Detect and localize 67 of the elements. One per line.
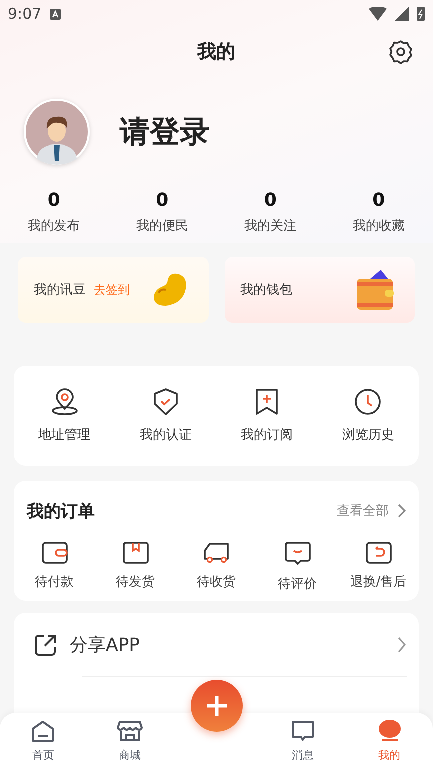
chevron-right-icon	[397, 636, 407, 654]
home-icon	[31, 720, 56, 742]
tab-label: 首页	[32, 748, 54, 762]
wallet-icon	[355, 268, 395, 312]
tab-label: 我的	[378, 748, 401, 762]
tab-item[interactable]: 消息	[260, 713, 346, 769]
section-title: 我的订单	[27, 500, 95, 522]
box-icon	[122, 541, 148, 565]
bookmark-plus-icon	[255, 388, 280, 416]
chevron-right-icon	[397, 503, 407, 519]
status-time: 9:07	[8, 5, 42, 23]
order-status-label: 待付款	[35, 574, 74, 591]
service-label: 我的订阅	[241, 427, 294, 444]
service-label: 我的认证	[140, 427, 192, 444]
service-item[interactable]: 地址管理	[14, 388, 116, 444]
order-status-item[interactable]: 待评价	[257, 541, 338, 593]
shield-check-icon	[152, 388, 179, 416]
service-item[interactable]: 浏览历史	[318, 388, 419, 444]
clock-icon	[354, 388, 382, 416]
comment-icon	[284, 541, 310, 567]
battery-icon	[417, 7, 425, 21]
wallet-icon	[42, 541, 68, 565]
view-all-link[interactable]: 查看全部	[337, 502, 389, 520]
stat-label[interactable]: 我的便民	[136, 217, 188, 235]
stat-count[interactable]: 0	[264, 190, 277, 211]
location-pin-icon	[50, 388, 79, 416]
stat-count[interactable]: 0	[48, 190, 60, 211]
order-status-item[interactable]: 待收货	[176, 541, 257, 593]
keyboard-icon	[50, 8, 61, 20]
card-label: 我的钱包	[240, 282, 292, 299]
service-item[interactable]: 我的认证	[115, 388, 216, 444]
shortcut-card[interactable]: 我的钱包	[224, 257, 415, 323]
order-status-label: 待发货	[116, 574, 155, 591]
order-status-item[interactable]: 待付款	[14, 541, 95, 593]
chat-bubble-icon	[291, 720, 316, 742]
person-icon	[378, 720, 402, 742]
page-title: 我的	[198, 40, 236, 65]
truck-icon	[202, 541, 230, 565]
stat-count[interactable]: 0	[372, 190, 386, 211]
stat-label[interactable]: 我的关注	[244, 217, 297, 235]
tab-item[interactable]: 商城	[86, 713, 174, 769]
stat-label[interactable]: 我的收藏	[352, 217, 405, 235]
tab-label: 消息	[292, 748, 314, 762]
service-label: 地址管理	[38, 427, 91, 444]
signal-icon	[395, 7, 409, 21]
card-label: 我的讯豆	[34, 282, 86, 299]
return-icon	[366, 541, 392, 565]
tab-item[interactable]: 首页	[0, 713, 87, 769]
order-status-label: 待评价	[278, 576, 317, 593]
settings-icon[interactable]	[389, 40, 413, 64]
menu-label: 分享APP	[70, 634, 140, 656]
order-status-label: 退换/售后	[350, 574, 407, 591]
tab-label: 商城	[118, 748, 141, 762]
order-status-item[interactable]: 待发货	[95, 541, 176, 593]
order-status-label: 待收货	[197, 574, 236, 591]
order-status-item[interactable]: 退换/售后	[338, 541, 419, 593]
login-prompt[interactable]: 请登录	[120, 112, 210, 152]
stat-count[interactable]: 0	[156, 190, 169, 211]
stat-label[interactable]: 我的发布	[28, 217, 80, 235]
service-item[interactable]: 我的订阅	[216, 388, 318, 444]
store-icon	[116, 720, 143, 742]
avatar[interactable]	[24, 99, 90, 165]
plus-icon	[206, 695, 228, 717]
share-icon	[34, 632, 58, 656]
shortcut-card[interactable]: 我的讯豆 去签到	[18, 257, 208, 323]
service-label: 浏览历史	[342, 427, 394, 444]
wifi-icon	[369, 7, 387, 21]
